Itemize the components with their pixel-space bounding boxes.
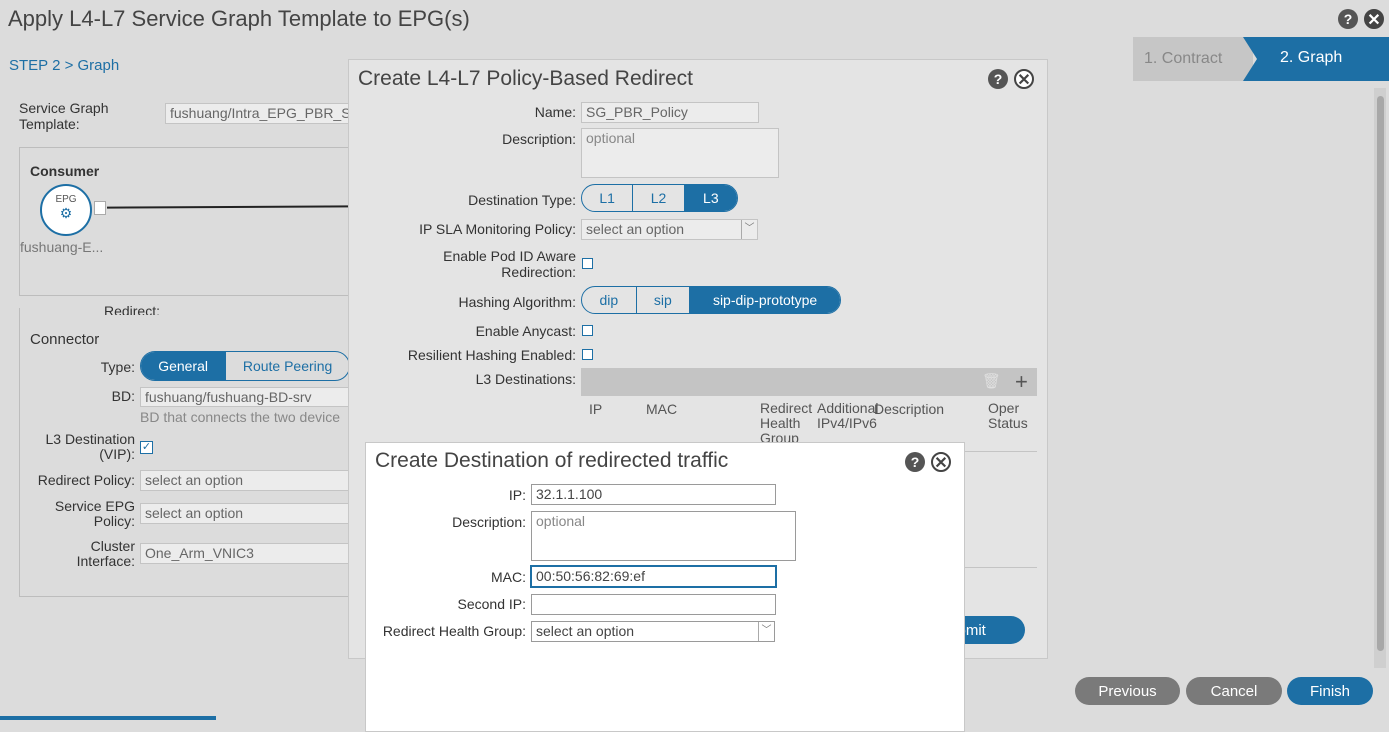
dest-rhg-label: Redirect Health Group: (382, 623, 526, 639)
column-header-rhg[interactable]: Redirect Health Group (760, 401, 816, 446)
hashing-sip-dip-prototype[interactable]: sip-dip-prototype (690, 287, 840, 313)
dest-type-l2[interactable]: L2 (633, 185, 685, 211)
l3-destinations-toolbar (581, 368, 1037, 396)
step-breadcrumb: STEP 2 > Graph (9, 57, 120, 74)
pod-aware-checkbox[interactable] (582, 258, 593, 269)
resilient-label: Resilient Hashing Enabled: (407, 347, 576, 363)
trash-icon[interactable]: 🗑 (982, 372, 1001, 390)
help-icon[interactable]: ? (1338, 9, 1358, 29)
l3dest-checkbox[interactable]: ✓ (140, 441, 153, 454)
connector-handle[interactable] (94, 201, 106, 215)
dest-type-l3[interactable]: L3 (684, 185, 737, 211)
column-header-mac[interactable]: MAC (646, 401, 677, 417)
chevron-down-icon[interactable]: ﹀ (741, 220, 757, 239)
sgt-label: Service Graph Template: (19, 100, 109, 132)
type-toggle[interactable]: General Route Peering (140, 351, 350, 381)
redirect-policy-label: Redirect Policy: (37, 472, 135, 488)
pbr-description-field[interactable]: optional (581, 128, 779, 178)
plus-icon[interactable]: + (1015, 368, 1028, 396)
type-option-general[interactable]: General (141, 352, 227, 380)
bd-field[interactable]: fushuang/fushuang-BD-srv (140, 387, 355, 407)
cluster-interface-field[interactable]: One_Arm_VNIC3 (140, 543, 355, 564)
close-icon[interactable]: ✕ (931, 452, 951, 472)
sgt-field[interactable]: fushuang/Intra_EPG_PBR_S (165, 103, 355, 124)
dest-rhg-select[interactable]: select an option ﹀ (531, 621, 775, 642)
type-label: Type: (100, 359, 135, 375)
dest-ip-label: IP: (508, 487, 526, 503)
wizard-step-contract[interactable]: 1. Contract (1133, 37, 1253, 81)
dest-second-ip-label: Second IP: (457, 596, 527, 612)
pbr-name-label: Name: (534, 104, 576, 120)
wizard-step-label: 1. Contract (1144, 50, 1223, 67)
dest-rhg-select-value: select an option (536, 623, 635, 639)
close-icon[interactable]: ✕ (1014, 69, 1034, 89)
dest-description-label: Description: (452, 514, 526, 530)
help-icon[interactable]: ? (988, 69, 1008, 89)
pbr-dialog-title: Create L4-L7 Policy-Based Redirect (358, 67, 693, 90)
dest-description-field[interactable]: optional (531, 511, 796, 561)
pbr-name-field[interactable]: SG_PBR_Policy (581, 102, 759, 123)
bd-label: BD: (111, 388, 135, 404)
resilient-checkbox[interactable] (582, 349, 593, 360)
service-epg-select[interactable]: select an option (140, 503, 355, 524)
dest-second-ip-field[interactable] (531, 594, 776, 615)
anycast-label: Enable Anycast: (475, 323, 576, 339)
column-header-additional[interactable]: Additional IPv4/IPv6 (817, 401, 879, 431)
bd-help-text: BD that connects the two device (140, 409, 340, 425)
help-icon[interactable]: ? (905, 452, 925, 472)
column-header-oper-status[interactable]: Oper Status (988, 401, 1036, 431)
redirect-label: Redirect: (103, 303, 160, 315)
l3dest-label: L3 Destination (VIP): (45, 431, 135, 462)
consumer-label: Consumer (30, 163, 100, 179)
epg-name: fushuang-E... (20, 239, 104, 255)
bottom-accent-bar (0, 716, 216, 720)
chevron-down-icon[interactable]: ﹀ (758, 622, 774, 641)
service-epg-label: Service EPG Policy: (54, 498, 135, 529)
window-title: Apply L4-L7 Service Graph Template to EP… (8, 6, 470, 31)
dest-description-placeholder: optional (536, 513, 586, 529)
previous-button[interactable]: Previous (1075, 677, 1180, 705)
redirect-policy-select[interactable]: select an option (140, 470, 355, 491)
column-header-description[interactable]: Description (874, 401, 944, 417)
ipsla-label: IP SLA Monitoring Policy: (419, 221, 576, 237)
dest-mac-label: MAC: (491, 569, 526, 585)
finish-button[interactable]: Finish (1287, 677, 1373, 705)
pbr-description-placeholder: optional (586, 130, 636, 146)
anycast-checkbox[interactable] (582, 325, 593, 336)
pod-aware-label: Enable Pod ID Aware Redirection: (443, 248, 576, 280)
dest-type-label: Destination Type: (468, 192, 576, 208)
cancel-button[interactable]: Cancel (1186, 677, 1282, 705)
epg-icon-label: EPG (55, 194, 77, 205)
pbr-description-label: Description: (502, 131, 576, 147)
dest-dialog-title: Create Destination of redirected traffic (375, 449, 729, 472)
hashing-dip[interactable]: dip (582, 287, 637, 313)
dest-ip-field[interactable]: 32.1.1.100 (531, 484, 776, 505)
hashing-label: Hashing Algorithm: (458, 294, 576, 310)
scrollbar-thumb[interactable] (1377, 96, 1384, 651)
hashing-sip[interactable]: sip (637, 287, 691, 313)
hashing-toggle[interactable]: dip sip sip-dip-prototype (581, 286, 841, 314)
column-header-ip[interactable]: IP (589, 401, 602, 417)
epg-icon[interactable]: EPG ⚙ (40, 184, 92, 236)
dest-type-toggle[interactable]: L1 L2 L3 (581, 184, 738, 212)
cluster-interface-label: Cluster Interface: (76, 538, 135, 569)
l3-destinations-label: L3 Destinations: (475, 371, 576, 387)
wizard-step-label: 2. Graph (1280, 49, 1343, 66)
dest-type-l1[interactable]: L1 (582, 185, 634, 211)
type-option-route-peering[interactable]: Route Peering (226, 352, 349, 380)
dest-mac-field[interactable]: 00:50:56:82:69:ef (531, 566, 776, 587)
ipsla-select[interactable]: select an option ﹀ (581, 219, 758, 240)
connector-title: Connector (30, 331, 100, 348)
ipsla-select-value: select an option (586, 221, 685, 237)
close-icon[interactable]: ✕ (1364, 9, 1384, 29)
